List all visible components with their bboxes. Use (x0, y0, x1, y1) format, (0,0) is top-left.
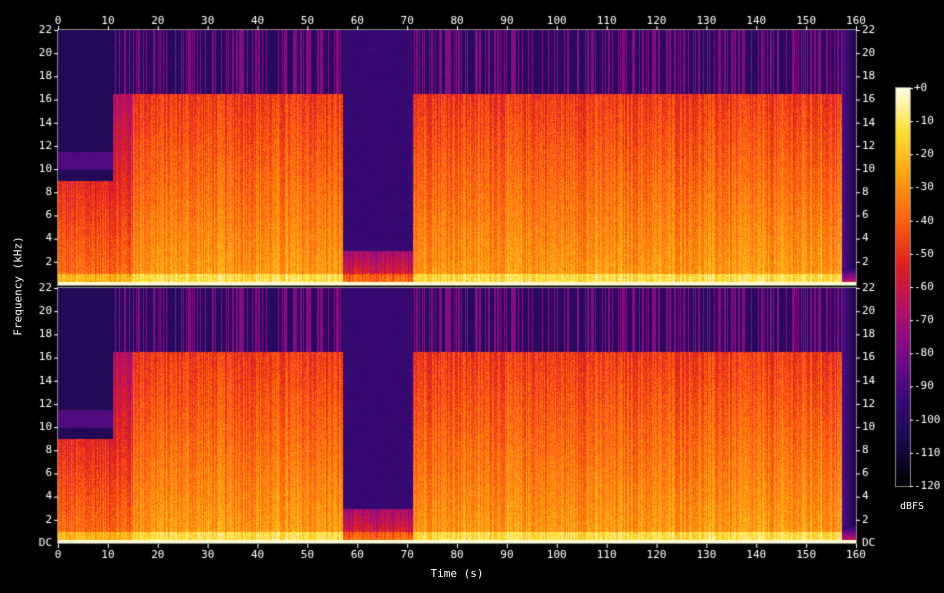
x-axis-label: Time (s) (430, 567, 484, 580)
colorbar-unit-label: dBFS (899, 501, 925, 512)
spectrogram-canvas (0, 0, 944, 593)
y-axis-label: Frequency (kHz) (11, 236, 25, 336)
